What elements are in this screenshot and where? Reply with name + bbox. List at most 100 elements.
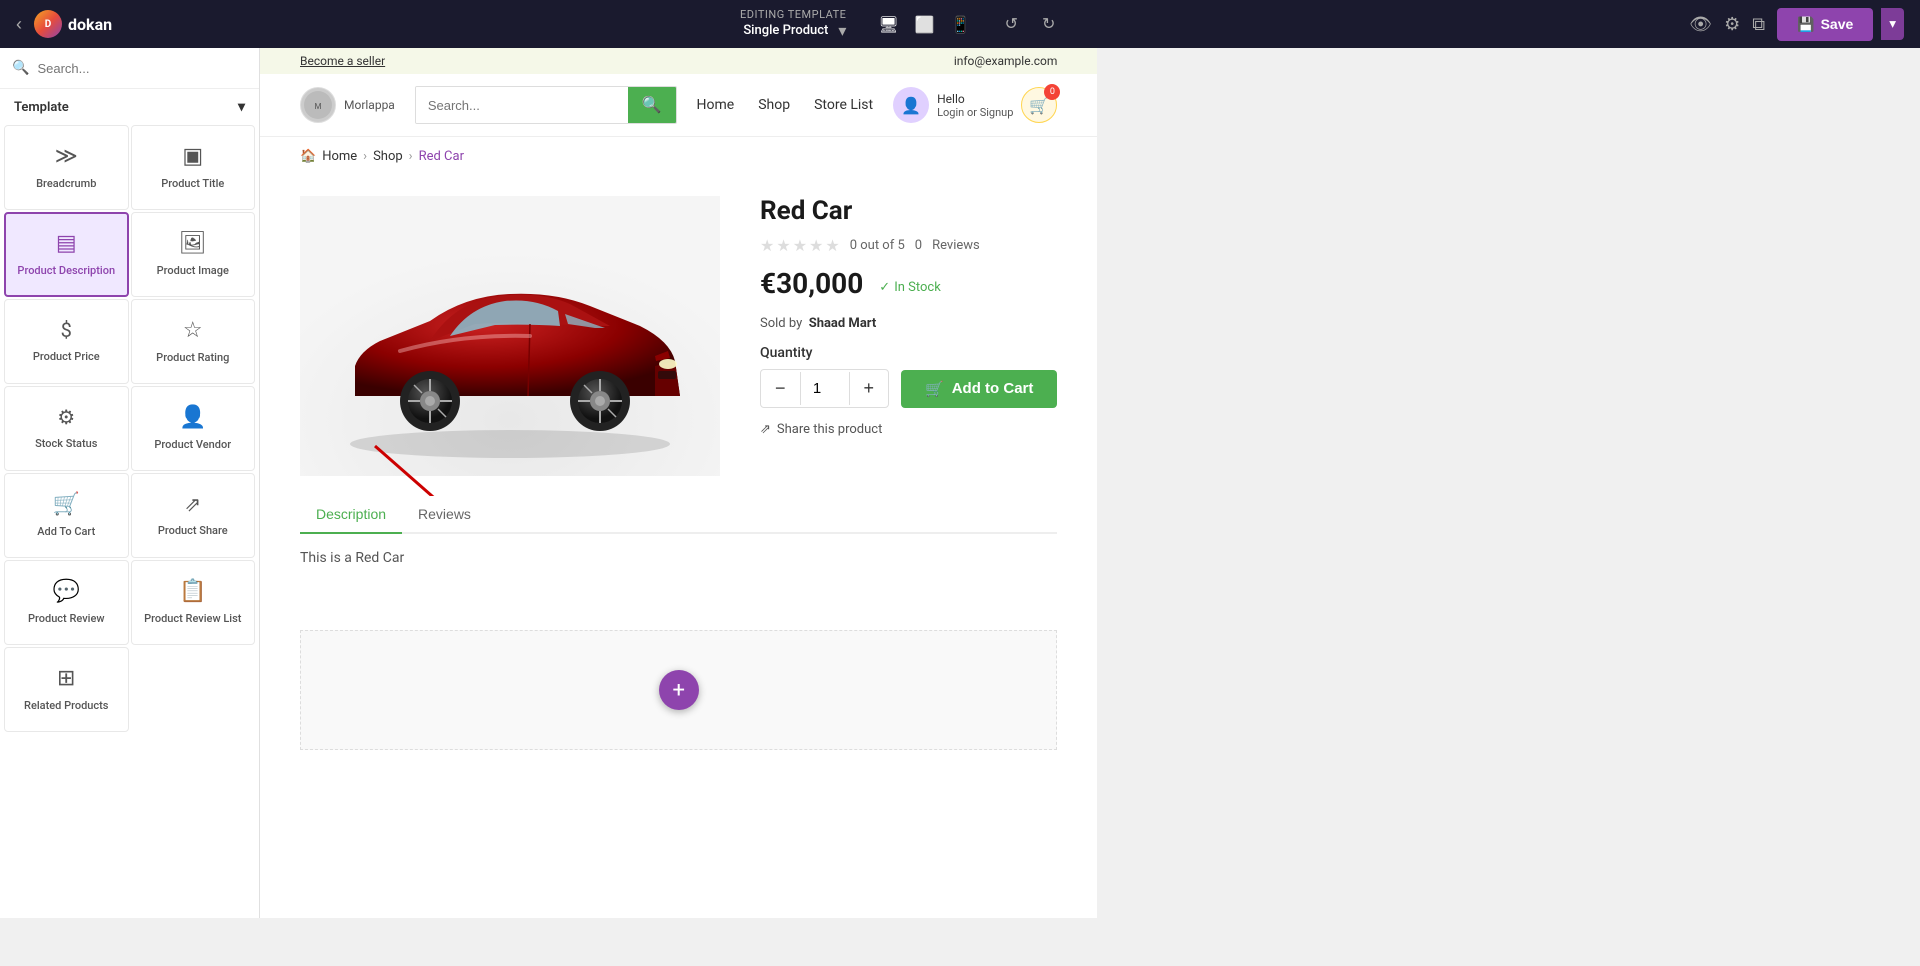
product-title: Red Car xyxy=(760,196,1057,226)
template-dropdown-arrow: ▾ xyxy=(838,21,846,40)
become-seller-link[interactable]: Become a seller xyxy=(300,54,385,68)
save-dropdown-button[interactable]: ▾ xyxy=(1881,8,1904,40)
save-button[interactable]: 💾 Save xyxy=(1777,8,1873,41)
description-text: This is a Red Car xyxy=(300,550,1057,566)
product-price: €30,000 xyxy=(760,267,863,300)
product-section: Red Car ★ ★ ★ ★ ★ 0 out of 5 0 Revi xyxy=(260,176,1097,496)
mobile-icon[interactable]: 📱 xyxy=(947,11,975,38)
reviews-count: 0 xyxy=(915,238,922,253)
product-image-box xyxy=(300,196,720,476)
canvas-scroll: Become a seller info@example.com M Morla… xyxy=(260,48,1097,918)
stock-status: ✓ In Stock xyxy=(879,280,941,295)
breadcrumb-sep-2: › xyxy=(409,149,413,164)
tab-reviews[interactable]: Reviews xyxy=(402,496,487,534)
undo-button[interactable]: ↺ xyxy=(999,10,1024,38)
in-stock-text: In Stock xyxy=(894,280,941,295)
product-share-icon: ⇗ xyxy=(184,492,201,516)
sidebar-item-product-rating[interactable]: ☆ Product Rating xyxy=(131,299,256,384)
site-search-button[interactable]: 🔍 xyxy=(628,87,676,123)
search-input[interactable] xyxy=(37,61,247,76)
nav-shop[interactable]: Shop xyxy=(758,97,790,113)
user-text: Hello Login or Signup xyxy=(937,92,1013,119)
product-info: Red Car ★ ★ ★ ★ ★ 0 out of 5 0 Revi xyxy=(760,196,1057,437)
nav-home[interactable]: Home xyxy=(697,97,735,113)
seller-name: Shaad Mart xyxy=(809,316,877,331)
desktop-icon[interactable]: 🖥 xyxy=(874,11,902,38)
sidebar-item-product-description-label: Product Description xyxy=(17,264,115,278)
template-dropdown[interactable]: Single Product ▾ xyxy=(743,21,846,40)
add-block-area: + xyxy=(300,630,1057,750)
redo-button[interactable]: ↻ xyxy=(1036,10,1061,38)
quantity-increase-button[interactable]: + xyxy=(850,370,889,407)
reviews-label: Reviews xyxy=(932,238,980,253)
breadcrumb-home[interactable]: Home xyxy=(322,149,357,164)
breadcrumb-nav: 🏠 Home › Shop › Red Car xyxy=(260,137,1097,176)
cart-icon: 🛒 xyxy=(925,380,944,398)
related-products-icon: ⊞ xyxy=(57,666,75,691)
quantity-input[interactable] xyxy=(800,372,850,405)
save-label: Save xyxy=(1821,16,1854,32)
site-search-input[interactable] xyxy=(416,87,628,123)
back-button[interactable]: ‹ xyxy=(16,14,22,35)
site-search-bar: 🔍 xyxy=(415,86,677,124)
collapse-arrow[interactable]: ▾ xyxy=(238,99,245,115)
sidebar-item-product-description[interactable]: ▤ Product Description xyxy=(4,212,129,297)
product-vendor-icon: 👤 xyxy=(179,405,206,430)
quantity-controls: − + xyxy=(760,369,889,408)
share-product[interactable]: ⇗ Share this product xyxy=(760,422,1057,437)
price-row: €30,000 ✓ In Stock xyxy=(760,267,1057,308)
product-image-area xyxy=(300,196,720,476)
canvas-inner: Become a seller info@example.com M Morla… xyxy=(260,48,1097,918)
site-header: M Morlappa 🔍 Home Shop Store List 👤 Hel xyxy=(260,74,1097,137)
sidebar-item-product-share[interactable]: ⇗ Product Share xyxy=(131,473,256,558)
rating-text: 0 out of 5 xyxy=(850,238,905,253)
quantity-row: − + 🛒 Add to Cart xyxy=(760,369,1057,408)
sidebar-item-product-image-label: Product Image xyxy=(157,264,229,278)
sidebar-item-product-review[interactable]: 💬 Product Review xyxy=(4,560,129,645)
breadcrumb-current: Red Car xyxy=(419,149,464,164)
dokan-logo-icon: D xyxy=(34,10,62,38)
sidebar-search-area: 🔍 xyxy=(0,48,259,89)
sidebar-item-product-vendor-label: Product Vendor xyxy=(154,438,231,452)
tab-nav: Description Reviews xyxy=(300,496,1057,534)
sidebar-item-breadcrumb[interactable]: ≫ Breadcrumb xyxy=(4,125,129,210)
sidebar-item-product-price[interactable]: $ Product Price xyxy=(4,299,129,384)
dokan-logo-text: dokan xyxy=(68,15,112,34)
nav-store-list[interactable]: Store List xyxy=(814,97,873,113)
site-user-area: 👤 Hello Login or Signup 🛒 0 xyxy=(893,87,1057,123)
quantity-decrease-button[interactable]: − xyxy=(761,370,800,407)
sidebar-item-stock-status[interactable]: ⚙ Stock Status xyxy=(4,386,129,471)
product-review-icon: 💬 xyxy=(53,579,80,604)
tablet-icon[interactable]: ⬜ xyxy=(911,11,939,38)
sidebar: 🔍 Template ▾ ≫ Breadcrumb ▣ Product Titl… xyxy=(0,48,260,918)
breadcrumb-shop[interactable]: Shop xyxy=(373,149,403,164)
sidebar-item-stock-status-label: Stock Status xyxy=(35,437,97,451)
add-to-cart-button[interactable]: 🛒 Add to Cart xyxy=(901,370,1057,408)
tab-description[interactable]: Description xyxy=(300,496,402,534)
product-image-icon: 🖼 xyxy=(179,231,207,256)
dokan-logo: D dokan xyxy=(34,10,112,38)
settings-icon[interactable]: ⚙ xyxy=(1724,14,1740,35)
layers-icon[interactable]: ⧉ xyxy=(1752,14,1765,35)
undo-redo-group: ↺ ↻ xyxy=(991,10,1062,38)
add-block-button[interactable]: + xyxy=(659,670,699,710)
top-bar: ‹ D dokan EDITING TEMPLATE Single Produc… xyxy=(0,0,1920,48)
product-rating-icon: ☆ xyxy=(183,318,203,343)
preview-icon[interactable]: 👁 xyxy=(1689,14,1712,35)
sidebar-item-related-products[interactable]: ⊞ Related Products xyxy=(4,647,129,732)
stock-status-icon: ⚙ xyxy=(57,405,75,429)
sidebar-item-product-image[interactable]: 🖼 Product Image xyxy=(131,212,256,297)
user-avatar: 👤 xyxy=(893,87,929,123)
site-logo-text: Morlappa xyxy=(344,98,395,112)
star-3: ★ xyxy=(793,236,807,255)
sidebar-item-product-review-list[interactable]: 📋 Product Review List xyxy=(131,560,256,645)
site-logo-icon: M xyxy=(300,87,336,123)
sidebar-item-add-to-cart[interactable]: 🛒 Add To Cart xyxy=(4,473,129,558)
home-icon: 🏠 xyxy=(300,149,316,164)
sidebar-item-product-review-list-label: Product Review List xyxy=(144,612,241,626)
sidebar-item-product-rating-label: Product Rating xyxy=(156,351,229,365)
cart-button[interactable]: 🛒 0 xyxy=(1021,87,1057,123)
sidebar-item-product-vendor[interactable]: 👤 Product Vendor xyxy=(131,386,256,471)
product-price-icon: $ xyxy=(61,318,72,342)
sidebar-item-product-title[interactable]: ▣ Product Title xyxy=(131,125,256,210)
